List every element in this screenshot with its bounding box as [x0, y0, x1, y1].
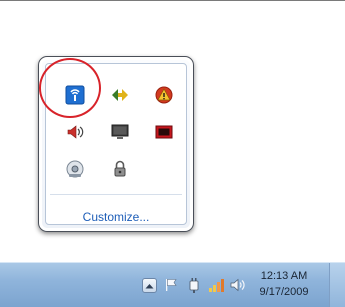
clock-time: 12:13 AM [260, 270, 308, 282]
customize-link[interactable]: Customize... [46, 210, 186, 224]
show-hidden-icons-button[interactable] [142, 278, 157, 293]
signal-bars-icon[interactable] [208, 277, 226, 293]
red-screen-icon[interactable] [152, 120, 176, 144]
power-plug-icon[interactable] [186, 276, 202, 294]
disk-drive-icon[interactable] [63, 157, 87, 181]
volume-icon[interactable] [230, 277, 248, 293]
chevron-up-icon [145, 283, 154, 288]
window-edge-line [0, 0, 345, 1]
monitor-icon[interactable] [108, 120, 132, 144]
alert-shield-icon[interactable] [152, 83, 176, 107]
sync-arrows-icon[interactable] [108, 83, 132, 107]
clock-date: 9/17/2009 [259, 286, 309, 298]
popup-divider [50, 194, 182, 195]
speaker-icon[interactable] [63, 120, 87, 144]
highlight-circle [39, 58, 101, 118]
action-center-flag-icon[interactable] [163, 277, 179, 293]
taskbar: 12:13 AM 9/17/2009 [0, 262, 345, 307]
system-clock[interactable]: 12:13 AM 9/17/2009 [252, 268, 316, 300]
lock-icon[interactable] [108, 157, 132, 181]
show-desktop-button[interactable] [329, 263, 345, 307]
